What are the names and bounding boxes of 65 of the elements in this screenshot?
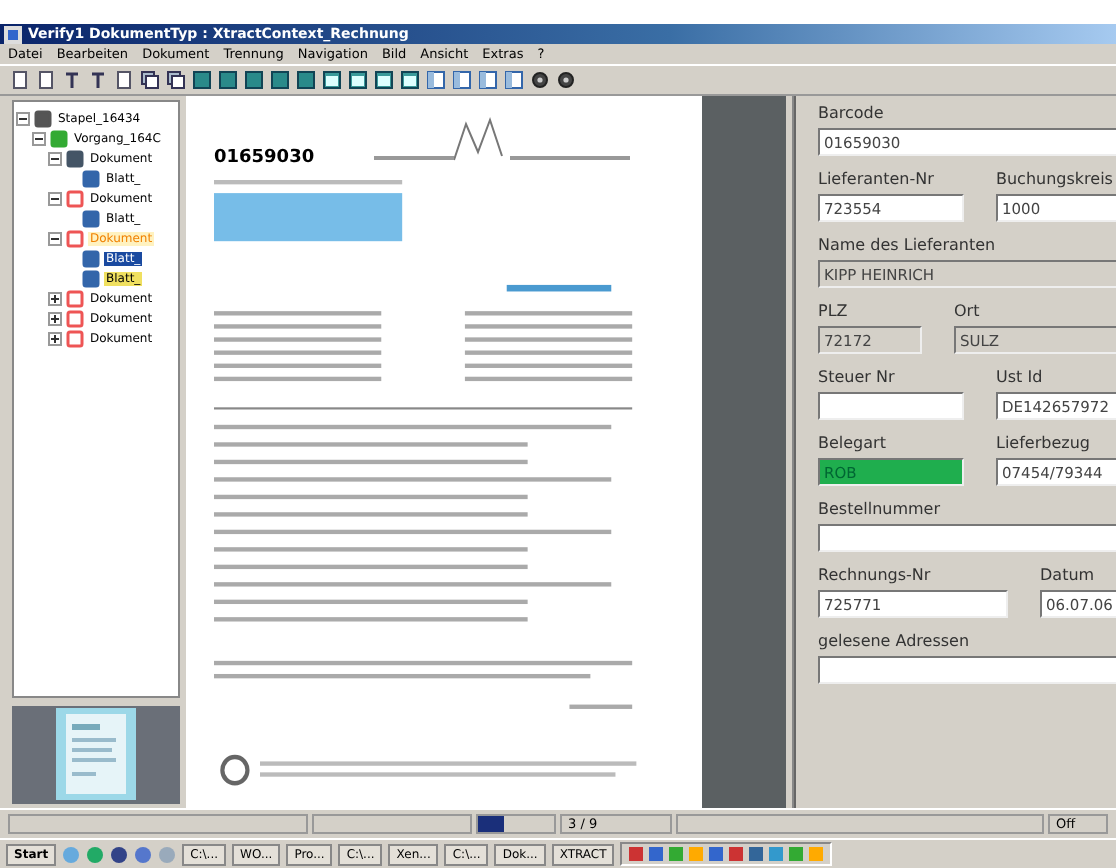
page-icon <box>82 169 100 187</box>
toolbar-button[interactable] <box>242 68 266 92</box>
expand-icon[interactable] <box>48 311 62 325</box>
toolbar-button[interactable] <box>346 68 370 92</box>
layout-icon <box>478 70 498 90</box>
toolbar-button[interactable] <box>216 68 240 92</box>
app-icon <box>4 25 22 43</box>
toolbar-button[interactable] <box>528 68 552 92</box>
layout-icon <box>504 70 524 90</box>
input-field[interactable] <box>818 524 1116 552</box>
tray-icon <box>34 109 52 127</box>
layout-icon <box>452 70 472 90</box>
field-label: Steuer Nr <box>818 368 897 386</box>
folder-icon <box>50 129 68 147</box>
square-icon <box>218 70 238 90</box>
toolbar-button[interactable] <box>554 68 578 92</box>
barcode-text: 01659030 <box>214 148 315 168</box>
toolbar-button[interactable] <box>450 68 474 92</box>
toolbar-button[interactable] <box>476 68 500 92</box>
toolbar-button[interactable] <box>86 68 110 92</box>
field-label: Ust Id <box>996 368 1045 386</box>
collapse-icon[interactable] <box>48 231 62 245</box>
collapse-icon[interactable] <box>48 191 62 205</box>
input-field[interactable] <box>818 392 964 420</box>
field-label: Barcode <box>818 104 886 122</box>
expand-icon[interactable] <box>48 331 62 345</box>
toolbar-button[interactable] <box>372 68 396 92</box>
field-label: Lieferbezug <box>996 434 1092 452</box>
toolbar-button[interactable] <box>502 68 526 92</box>
page-icon <box>114 70 134 90</box>
field-label: Buchungskreis <box>996 170 1115 188</box>
field-label: Belegart <box>818 434 888 452</box>
toolbar-button[interactable] <box>138 68 162 92</box>
field-label: Bestellnummer <box>818 500 943 518</box>
field-label: Lieferanten-Nr <box>818 170 936 188</box>
square-icon <box>296 70 316 90</box>
field-label: Datum <box>1040 566 1097 584</box>
toolbar-button[interactable] <box>294 68 318 92</box>
toolbar-button[interactable] <box>34 68 58 92</box>
field-label: PLZ <box>818 302 850 320</box>
page-icon <box>82 209 100 227</box>
square-icon <box>270 70 290 90</box>
toolbar-button[interactable] <box>164 68 188 92</box>
toolbar-button[interactable] <box>190 68 214 92</box>
toolbar-button[interactable] <box>424 68 448 92</box>
collapse-icon[interactable] <box>32 131 46 145</box>
square-icon <box>192 70 212 90</box>
toolbar-button[interactable] <box>398 68 422 92</box>
toolbar-button[interactable] <box>268 68 292 92</box>
collapse-icon[interactable] <box>16 111 30 125</box>
field-label: gelesene Adressen <box>818 632 972 650</box>
collapse-icon[interactable] <box>48 151 62 165</box>
expand-icon[interactable] <box>48 291 62 305</box>
cursor-icon <box>62 70 82 90</box>
input-field[interactable] <box>818 656 1116 684</box>
square-icon <box>244 70 264 90</box>
field-label: Name des Lieferanten <box>818 236 998 254</box>
toolbar-button[interactable] <box>60 68 84 92</box>
toolbar-button[interactable] <box>8 68 32 92</box>
field-label: Ort <box>954 302 982 320</box>
cursor-icon <box>88 70 108 90</box>
toolbar-button[interactable] <box>320 68 344 92</box>
field-label: Rechnungs-Nr <box>818 566 933 584</box>
layout-icon <box>426 70 446 90</box>
toolbar-button[interactable] <box>112 68 136 92</box>
